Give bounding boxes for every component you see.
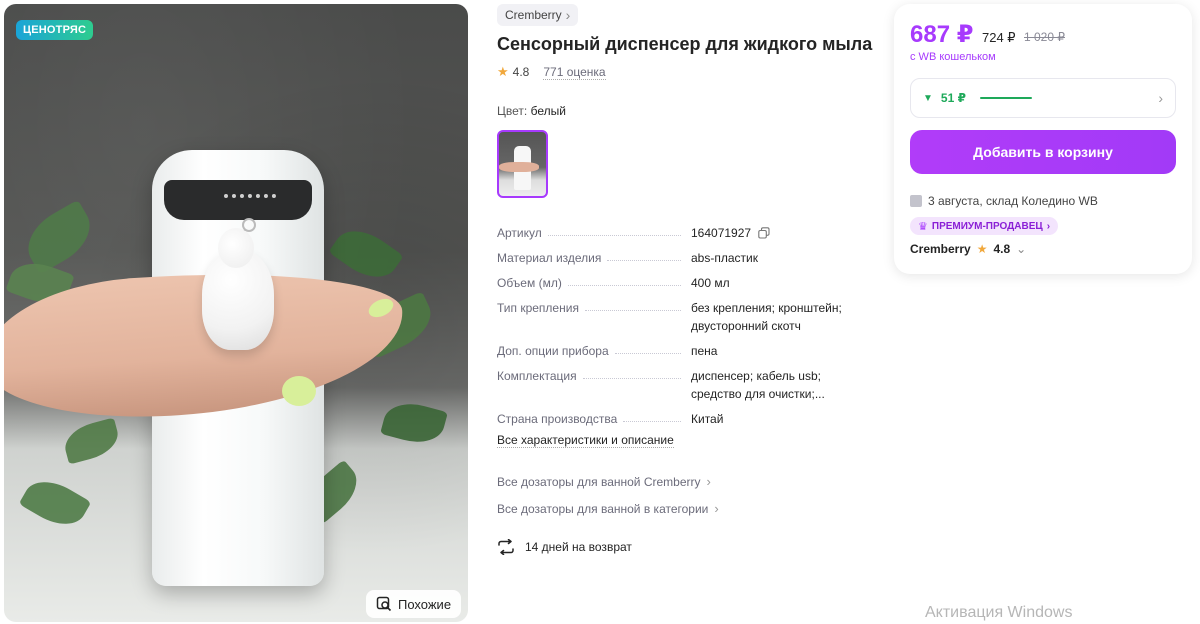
chevron-right-icon: › — [714, 501, 719, 516]
installment-bar — [979, 97, 1032, 99]
installment-amount: 51 ₽ — [940, 91, 966, 105]
premium-label: ПРЕМИУМ-ПРОДАВЕЦ — [931, 220, 1043, 232]
spec-value: 400 мл — [691, 276, 730, 290]
copy-icon[interactable] — [758, 227, 770, 239]
spec-key: Комплектация — [497, 369, 577, 383]
spec-value: Китай — [691, 412, 724, 426]
all-specs-link[interactable]: Все характеристики и описание — [497, 433, 674, 448]
spec-row: Комплектация диспенсер; кабель usb; сред… — [497, 367, 862, 403]
chevron-down-icon: ⌄ — [1016, 242, 1027, 256]
price-current: 687 ₽ — [910, 21, 974, 48]
dispenser-head — [164, 180, 312, 232]
buy-card: 687 ₽ 724 ₽ 1 020 ₽ с WB кошельком ▼ 51 … — [894, 4, 1192, 274]
reviews-link[interactable]: 771 оценка — [543, 65, 606, 80]
rating-row: ★ 4.8 771 оценка — [497, 64, 606, 80]
dispenser-leds — [224, 194, 276, 198]
category-label: Все дозаторы для ванной в категории — [497, 501, 709, 516]
spec-row: Материал изделия abs-пластик — [497, 249, 862, 267]
chevron-right-icon: › — [1046, 220, 1051, 232]
fingernail — [282, 376, 316, 406]
category-link[interactable]: Все дозаторы для ванной в категории › — [497, 501, 719, 516]
delivery-info: 3 августа, склад Коледино WB — [910, 194, 1098, 208]
spec-key: Артикул — [497, 226, 542, 240]
star-icon: ★ — [976, 242, 988, 256]
chevron-right-icon: › — [706, 474, 711, 489]
specs-table: Артикул 164071927 Материал изделия abs-п… — [497, 224, 862, 435]
spec-key: Страна производства — [497, 412, 618, 426]
spec-row: Доп. опции прибора пена — [497, 342, 862, 360]
crown-icon: ♛ — [918, 220, 928, 233]
spec-row: Страна производства Китай — [497, 410, 862, 428]
installment-row[interactable]: ▼ 51 ₽ › — [910, 78, 1176, 118]
brand-link[interactable]: Cremberry › — [497, 4, 579, 26]
spec-value: пена — [691, 344, 718, 358]
premium-seller-badge[interactable]: ♛ ПРЕМИУМ-ПРОДАВЕЦ › — [910, 217, 1059, 235]
color-value: белый — [530, 104, 566, 118]
similar-search-icon — [376, 596, 392, 612]
chevron-right-icon: › — [565, 7, 571, 23]
spec-value: без крепления; кронштейн; двусторонний с… — [691, 301, 842, 333]
brand-name: Cremberry — [505, 8, 562, 22]
spec-key: Доп. опции прибора — [497, 344, 609, 358]
seller-rating: 4.8 — [993, 242, 1011, 256]
price-old: 1 020 ₽ — [1024, 30, 1065, 44]
wallet-note: с WB кошельком — [910, 51, 996, 63]
color-label-key: Цвет: — [497, 104, 528, 118]
similar-button[interactable]: Похожие — [366, 590, 462, 618]
return-policy[interactable]: 14 дней на возврат — [497, 539, 632, 555]
sale-badge: ЦЕНОТРЯС — [16, 20, 94, 40]
color-variant-thumb[interactable] — [497, 130, 548, 198]
delivery-text: 3 августа, склад Коледино WB — [928, 194, 1098, 208]
spec-row: Артикул 164071927 — [497, 224, 862, 242]
down-triangle-icon: ▼ — [923, 92, 933, 104]
spec-value: 164071927 — [691, 226, 752, 240]
add-to-cart-button[interactable]: Добавить в корзину — [910, 130, 1176, 174]
return-policy-label: 14 дней на возврат — [525, 540, 632, 554]
color-label: Цвет: белый — [497, 104, 566, 118]
windows-activation-watermark: Активация Windows — [925, 604, 1073, 621]
spec-key: Тип крепления — [497, 301, 579, 315]
brand-category-label: Все дозаторы для ванной Cremberry — [497, 474, 701, 489]
spec-row: Тип крепления без крепления; кронштейн; … — [497, 299, 862, 335]
chevron-right-icon: › — [1158, 90, 1163, 106]
thumb-hand — [499, 162, 539, 172]
spec-row: Объем (мл) 400 мл — [497, 274, 862, 292]
box-icon — [910, 195, 922, 207]
star-icon: ★ — [497, 64, 509, 79]
spec-key: Объем (мл) — [497, 276, 562, 290]
spec-key: Материал изделия — [497, 251, 602, 265]
product-photo[interactable]: ЦЕНОТРЯС Похожие — [4, 4, 468, 622]
product-title: Сенсорный диспенсер для жидкого мыла — [497, 34, 873, 54]
rating-value: 4.8 — [512, 65, 530, 79]
price-regular: 724 ₽ — [982, 30, 1016, 45]
seller-name: Cremberry — [910, 242, 971, 256]
soap-foam-image — [202, 228, 274, 350]
spec-value: abs-пластик — [691, 251, 758, 265]
return-arrows-icon — [498, 539, 514, 555]
brand-category-link[interactable]: Все дозаторы для ванной Cremberry › — [497, 474, 711, 489]
similar-button-label: Похожие — [398, 596, 452, 612]
spec-value: диспенсер; кабель usb; средство для очис… — [691, 369, 825, 401]
seller-row[interactable]: Cremberry ★ 4.8 ⌄ — [910, 242, 1026, 256]
